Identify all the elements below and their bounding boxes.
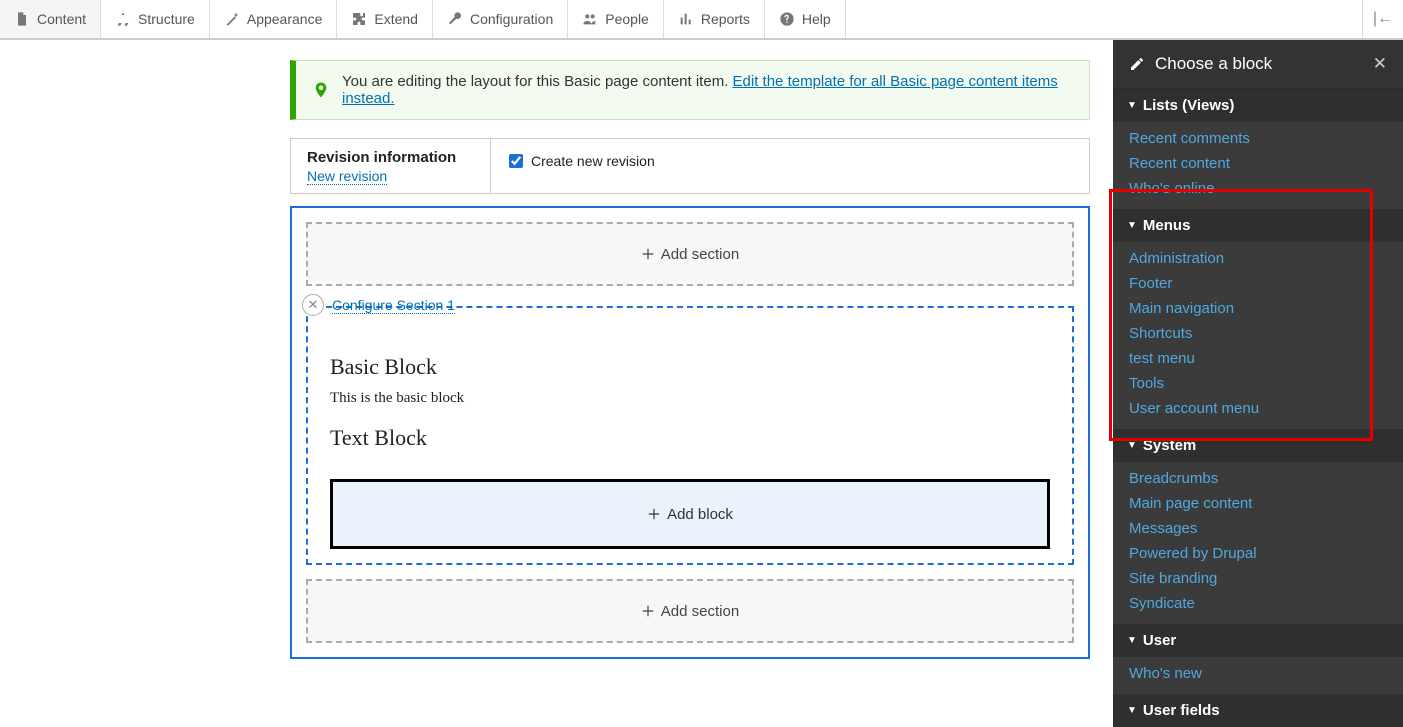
remove-section-button[interactable]: ✕ — [302, 294, 324, 316]
add-block-button[interactable]: Add block — [330, 479, 1050, 549]
block-link[interactable]: Recent content — [1113, 151, 1403, 176]
block-link[interactable]: Messages — [1113, 516, 1403, 541]
category-links: AdministrationFooterMain navigationShort… — [1113, 242, 1403, 429]
create-revision-label: Create new revision — [531, 153, 655, 169]
wand-icon — [224, 11, 240, 27]
toolbar-help[interactable]: Help — [765, 0, 846, 38]
block-link[interactable]: Administration — [1113, 246, 1403, 271]
people-icon — [582, 11, 598, 27]
toolbar-appearance[interactable]: Appearance — [210, 0, 338, 38]
block-body: This is the basic block — [330, 390, 1050, 407]
toolbar-structure[interactable]: Structure — [101, 0, 210, 38]
category-links: Recent commentsRecent contentWho's onlin… — [1113, 122, 1403, 209]
section-1: ✕ Configure Section 1 Basic BlockThis is… — [306, 306, 1074, 565]
block-title: Basic Block — [330, 354, 1050, 380]
help-icon — [779, 11, 795, 27]
add-section-bottom[interactable]: Add section — [306, 579, 1074, 643]
block-link[interactable]: Recent comments — [1113, 126, 1403, 151]
block-link[interactable]: User account menu — [1113, 396, 1403, 421]
plus-icon — [641, 247, 655, 261]
plus-icon — [641, 604, 655, 618]
toolbar-content[interactable]: Content — [0, 0, 101, 38]
toolbar-configuration[interactable]: Configuration — [433, 0, 568, 38]
revision-tab[interactable]: Revision information New revision — [291, 139, 491, 193]
block-link[interactable]: Powered by Drupal — [1113, 541, 1403, 566]
block-link[interactable]: Tools — [1113, 371, 1403, 396]
status-message: You are editing the layout for this Basi… — [290, 60, 1090, 120]
block-0[interactable]: Basic Block This is the basic block — [330, 354, 1050, 407]
puzzle-icon — [351, 11, 367, 27]
toolbar-reports[interactable]: Reports — [664, 0, 765, 38]
toolbar-extend[interactable]: Extend — [337, 0, 433, 38]
revision-title: Revision information — [307, 149, 474, 166]
reports-icon — [678, 11, 694, 27]
revision-subtitle: New revision — [307, 168, 387, 185]
block-link[interactable]: Who's online — [1113, 176, 1403, 201]
category-user-fields[interactable]: User fields — [1113, 694, 1403, 727]
category-system[interactable]: System — [1113, 429, 1403, 462]
status-text: You are editing the layout for this Basi… — [342, 73, 1073, 107]
add-section-top[interactable]: Add section — [306, 222, 1074, 286]
block-title: Text Block — [330, 425, 1050, 451]
block-link[interactable]: Shortcuts — [1113, 321, 1403, 346]
toolbar-toggle[interactable]: |← — [1362, 0, 1403, 38]
block-link[interactable]: Syndicate — [1113, 591, 1403, 616]
close-icon[interactable]: ✕ — [1373, 54, 1387, 74]
layout-canvas: Add section ✕ Configure Section 1 Basic … — [290, 206, 1090, 659]
admin-toolbar: ContentStructureAppearanceExtendConfigur… — [0, 0, 1403, 40]
revision-box: Revision information New revision Create… — [290, 138, 1090, 194]
category-links: BreadcrumbsMain page contentMessagesPowe… — [1113, 462, 1403, 624]
structure-icon — [115, 11, 131, 27]
file-icon — [14, 11, 30, 27]
category-user[interactable]: User — [1113, 624, 1403, 657]
block-link[interactable]: Who's new — [1113, 661, 1403, 686]
block-link[interactable]: Main navigation — [1113, 296, 1403, 321]
block-link[interactable]: Main page content — [1113, 491, 1403, 516]
create-revision-checkbox[interactable] — [509, 154, 523, 168]
wrench-icon — [447, 11, 463, 27]
offcanvas-header: Choose a block ✕ — [1113, 40, 1403, 89]
toolbar-people[interactable]: People — [568, 0, 664, 38]
block-link[interactable]: Footer — [1113, 271, 1403, 296]
pencil-icon — [1129, 56, 1145, 72]
offcanvas-title: Choose a block — [1155, 54, 1272, 74]
pin-icon — [312, 81, 330, 99]
plus-icon — [647, 507, 661, 521]
category-lists-views-[interactable]: Lists (Views) — [1113, 89, 1403, 122]
configure-section-link[interactable]: Configure Section 1 — [332, 297, 455, 314]
block-link[interactable]: Site branding — [1113, 566, 1403, 591]
block-link[interactable]: test menu — [1113, 346, 1403, 371]
category-menus[interactable]: Menus — [1113, 209, 1403, 242]
category-links: Who's new — [1113, 657, 1403, 694]
block-1[interactable]: Text Block — [330, 425, 1050, 451]
block-link[interactable]: Breadcrumbs — [1113, 466, 1403, 491]
offcanvas-panel: Choose a block ✕ Lists (Views)Recent com… — [1113, 40, 1403, 727]
